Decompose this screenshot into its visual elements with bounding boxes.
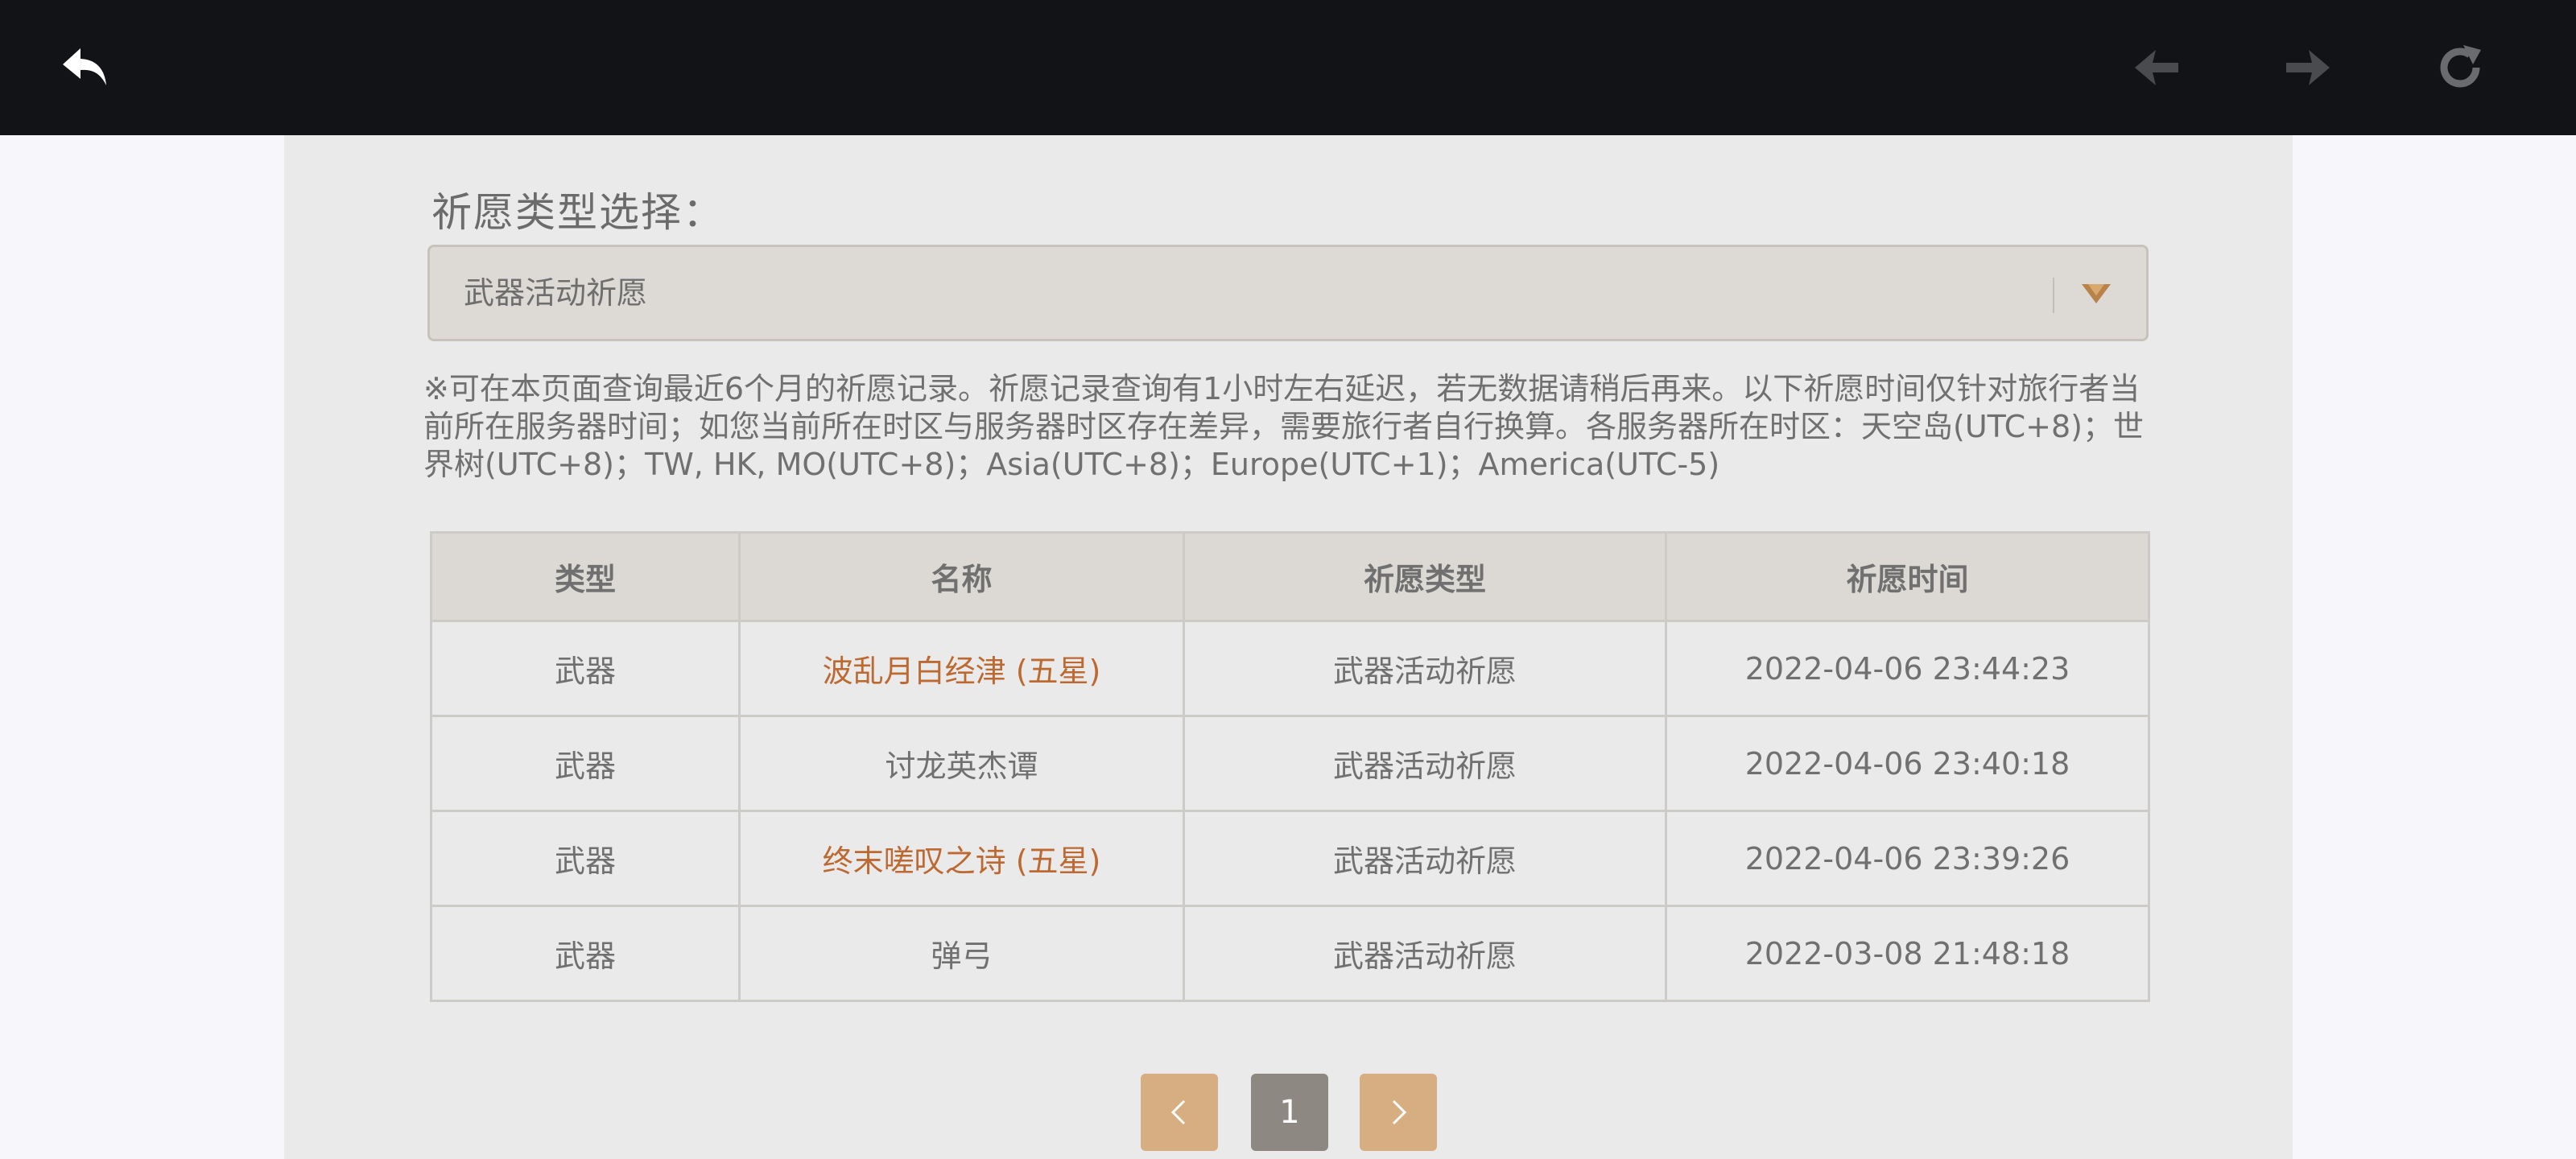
cell-name: 终末嗟叹之诗 (五星) bbox=[738, 810, 1185, 907]
header-wish-type: 祈愿类型 bbox=[1183, 531, 1667, 622]
table-row: 武器 弹弓 武器活动祈愿 2022-03-08 21:48:18 bbox=[430, 905, 2150, 1002]
diamond-left-icon bbox=[2135, 50, 2178, 85]
diamond-right-icon bbox=[2286, 50, 2330, 85]
header-type: 类型 bbox=[430, 531, 741, 622]
table-header-row: 类型 名称 祈愿类型 祈愿时间 bbox=[430, 531, 2150, 622]
chevron-left-icon bbox=[1170, 1099, 1186, 1125]
wish-type-label: 祈愿类型选择： bbox=[431, 189, 724, 236]
pager-next-button[interactable] bbox=[1360, 1074, 1437, 1151]
pager-current-page[interactable]: 1 bbox=[1251, 1074, 1328, 1151]
cell-wish-time: 2022-04-06 23:40:18 bbox=[1665, 715, 2150, 812]
cell-wish-type: 武器活动祈愿 bbox=[1183, 905, 1667, 1002]
wish-history-table: 类型 名称 祈愿类型 祈愿时间 武器 波乱月白经津 (五星) 武器活动祈愿 20… bbox=[430, 531, 2150, 1002]
back-button[interactable] bbox=[53, 35, 118, 100]
cell-wish-type: 武器活动祈愿 bbox=[1183, 810, 1667, 907]
cell-type: 武器 bbox=[430, 620, 741, 717]
top-toolbar bbox=[0, 0, 2576, 135]
header-wish-time: 祈愿时间 bbox=[1665, 531, 2150, 622]
table-row: 武器 终末嗟叹之诗 (五星) 武器活动祈愿 2022-04-06 23:39:2… bbox=[430, 810, 2150, 907]
refresh-icon bbox=[2440, 45, 2481, 88]
select-divider bbox=[2053, 278, 2054, 313]
wish-notice-text: ※可在本页面查询最近6个月的祈愿记录。祈愿记录查询有1小时左右延迟，若无数据请稍… bbox=[423, 371, 2145, 482]
cell-name: 波乱月白经津 (五星) bbox=[738, 620, 1185, 717]
table-row: 武器 讨龙英杰谭 武器活动祈愿 2022-04-06 23:40:18 bbox=[430, 715, 2150, 812]
table-row: 武器 波乱月白经津 (五星) 武器活动祈愿 2022-04-06 23:44:2… bbox=[430, 620, 2150, 717]
undo-arrow-icon bbox=[63, 48, 106, 85]
selected-wish-type: 武器活动祈愿 bbox=[464, 275, 648, 311]
cell-type: 武器 bbox=[430, 905, 741, 1002]
wish-type-select[interactable]: 武器活动祈愿 bbox=[427, 245, 2149, 341]
previous-page-button[interactable] bbox=[2125, 35, 2190, 100]
chevron-right-icon bbox=[1392, 1099, 1407, 1125]
cell-name: 弹弓 bbox=[738, 905, 1185, 1002]
chevron-down-icon bbox=[2082, 284, 2111, 303]
cell-wish-type: 武器活动祈愿 bbox=[1183, 715, 1667, 812]
refresh-button[interactable] bbox=[2428, 35, 2492, 100]
cell-wish-type: 武器活动祈愿 bbox=[1183, 620, 1667, 717]
cell-name: 讨龙英杰谭 bbox=[738, 715, 1185, 812]
next-page-button[interactable] bbox=[2275, 35, 2339, 100]
pager-prev-button[interactable] bbox=[1141, 1074, 1218, 1151]
cell-wish-time: 2022-03-08 21:48:18 bbox=[1665, 905, 2150, 1002]
cell-type: 武器 bbox=[430, 810, 741, 907]
header-name: 名称 bbox=[738, 531, 1185, 622]
cell-wish-time: 2022-04-06 23:39:26 bbox=[1665, 810, 2150, 907]
cell-type: 武器 bbox=[430, 715, 741, 812]
wish-history-panel: 祈愿类型选择： 武器活动祈愿 ※可在本页面查询最近6个月的祈愿记录。祈愿记录查询… bbox=[284, 135, 2293, 1159]
cell-wish-time: 2022-04-06 23:44:23 bbox=[1665, 620, 2150, 717]
